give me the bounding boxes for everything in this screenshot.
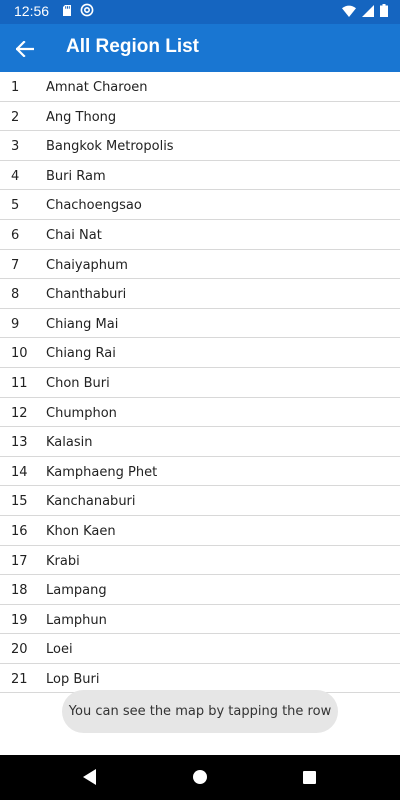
back-triangle-icon [83,769,96,785]
region-number: 14 [11,464,28,480]
region-number: 4 [11,168,20,184]
region-name: Khon Kaen [46,523,116,539]
back-button[interactable] [10,34,40,64]
sd-card-icon [63,5,71,16]
region-number: 11 [11,375,28,391]
region-name: Loei [46,642,73,658]
region-number: 2 [11,109,20,125]
list-item[interactable]: 15 Kanchanaburi [0,486,400,516]
list-item[interactable]: 19 Lamphun [0,605,400,635]
region-name: Ang Thong [46,109,117,125]
list-item[interactable]: 3 Bangkok Metropolis [0,131,400,161]
region-number: 1 [11,80,20,95]
list-item[interactable]: 2 Ang Thong [0,102,400,132]
nav-recents-button[interactable] [298,766,320,788]
list-item[interactable]: 5 Chachoengsao [0,190,400,220]
region-number: 13 [11,435,28,451]
region-name: Krabi [46,553,80,569]
region-name: Chiang Rai [46,346,116,362]
region-number: 3 [11,139,20,155]
list-item[interactable]: 13 Kalasin [0,427,400,457]
list-item[interactable]: 20 Loei [0,634,400,664]
region-list[interactable]: 1 Amnat Charoen 2 Ang Thong 3 Bangkok Metropo… [0,72,400,700]
region-name: Amnat Charoen [46,80,148,95]
region-name: Bangkok Metropolis [46,139,174,155]
region-name: Chon Buri [46,375,110,391]
region-name: Chanthaburi [46,287,127,303]
region-number: 5 [11,198,20,214]
list-item[interactable]: 18 Lampang [0,575,400,605]
region-name: Chumphon [46,405,117,421]
list-item[interactable]: 16 Khon Kaen [0,516,400,546]
region-number: 16 [11,523,28,539]
recents-square-icon [302,770,316,784]
list-item[interactable]: 12 Chumphon [0,398,400,428]
battery-icon [380,4,388,17]
list-item[interactable]: 4 Buri Ram [0,161,400,191]
list-item[interactable]: 7 Chaiyaphum [0,250,400,280]
region-name: Chaiyaphum [46,257,128,273]
region-number: 18 [11,583,28,599]
region-number: 12 [11,405,28,421]
list-item[interactable]: 6 Chai Nat [0,220,400,250]
list-item[interactable]: 9 Chiang Mai [0,309,400,339]
region-name: Lampang [46,583,107,599]
list-item[interactable]: 11 Chon Buri [0,368,400,398]
region-name: Chiang Mai [46,316,119,332]
nav-back-button[interactable] [79,766,101,788]
at-icon [80,3,94,17]
nav-home-button[interactable] [189,766,211,788]
status-time: 12:56 [14,3,50,19]
region-number: 21 [11,671,28,687]
home-circle-icon [193,770,207,784]
region-number: 10 [11,346,28,362]
navigation-bar [0,755,400,800]
region-name: Lop Buri [46,671,100,687]
region-name: Kalasin [46,435,93,451]
list-item[interactable]: 10 Chiang Rai [0,338,400,368]
toast-text: You can see the map by tapping the row [68,704,332,719]
region-number: 8 [11,287,20,303]
region-name: Chai Nat [46,227,102,243]
region-name: Buri Ram [46,168,106,184]
toast-message: You can see the map by tapping the row [62,690,338,733]
page-title: All Region List [66,36,199,57]
region-number: 20 [11,642,28,658]
list-item[interactable]: 1 Amnat Charoen [0,72,400,102]
region-number: 6 [11,227,20,243]
region-number: 19 [11,612,28,628]
list-item[interactable]: 17 Krabi [0,546,400,576]
region-name: Kamphaeng Phet [46,464,158,480]
list-item[interactable]: 14 Kamphaeng Phet [0,457,400,487]
signal-icon [362,4,374,17]
region-number: 17 [11,553,28,569]
list-item[interactable]: 8 Chanthaburi [0,279,400,309]
app-bar: All Region List [0,24,400,72]
region-name: Chachoengsao [46,198,142,214]
region-number: 7 [11,257,20,273]
region-name: Lamphun [46,612,107,628]
region-number: 9 [11,316,20,332]
region-number: 15 [11,494,28,510]
region-name: Kanchanaburi [46,494,136,510]
status-bar: 12:56 [0,0,400,24]
arrow-left-icon [16,41,34,57]
wifi-icon [342,5,356,17]
